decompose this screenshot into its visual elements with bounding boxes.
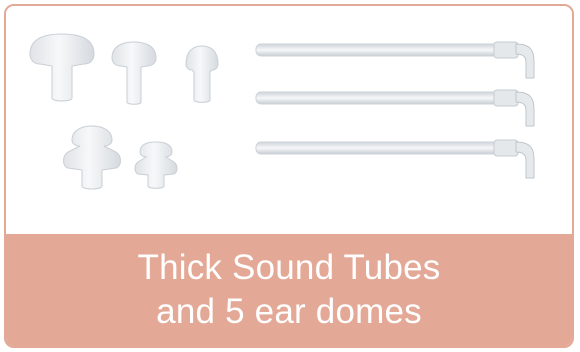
product-card: Thick Sound Tubes and 5 ear domes [4, 4, 574, 348]
ear-dome-large [29, 33, 95, 102]
caption-line-1: Thick Sound Tubes [137, 248, 441, 287]
ear-dome-double-small [134, 141, 178, 189]
ear-dome-small [185, 45, 219, 103]
product-illustration [29, 33, 535, 190]
caption-line-2: and 5 ear domes [156, 292, 422, 331]
ear-dome-double-large [63, 125, 121, 190]
product-photo [6, 6, 572, 234]
sound-tube-1 [255, 41, 535, 79]
caption-banner: Thick Sound Tubes and 5 ear domes [6, 234, 572, 346]
sound-tube-3 [255, 139, 535, 179]
sound-tube-2 [255, 89, 535, 127]
ear-dome-medium [111, 41, 157, 105]
